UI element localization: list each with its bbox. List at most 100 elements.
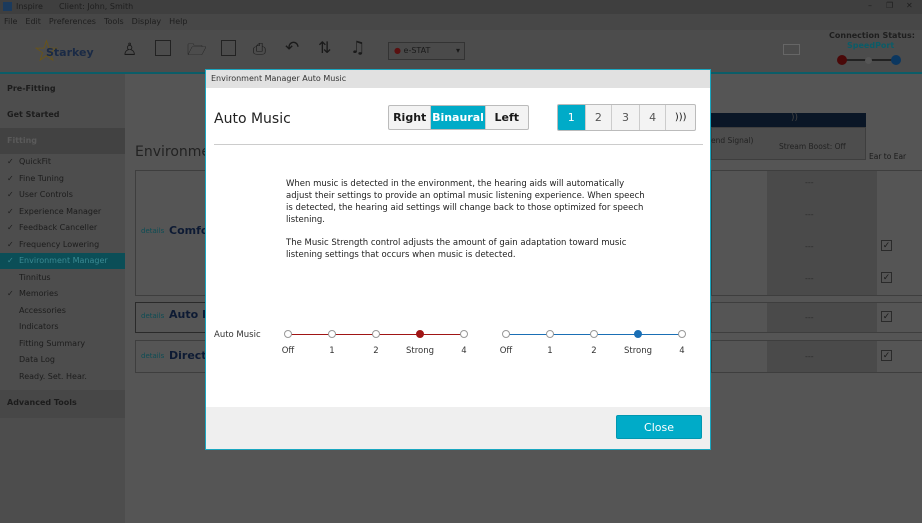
menu-help[interactable]: Help — [169, 17, 187, 26]
right-strength-tick-label: 1 — [329, 346, 335, 356]
check-icon: ✓ — [7, 206, 14, 216]
sidebar-item-tinnitus[interactable]: Tinnitus — [0, 270, 125, 286]
details-link[interactable]: details — [141, 312, 164, 320]
menu-display[interactable]: Display — [132, 17, 162, 26]
memory-selector: 1 2 3 4 ))) — [557, 104, 696, 131]
left-strength-option-1[interactable] — [546, 330, 554, 338]
stream-icon: ))) — [674, 112, 687, 123]
stream-value: --- — [805, 274, 814, 283]
right-strength-option-strong[interactable] — [416, 330, 424, 338]
music-icon[interactable]: ♫ — [350, 38, 365, 58]
stream-memory-button[interactable]: ))) — [666, 105, 695, 130]
sidebar-item-fitting-summary[interactable]: Fitting Summary — [0, 336, 125, 352]
left-strength-option-strong[interactable] — [634, 330, 642, 338]
memory-2-button[interactable]: 2 — [586, 105, 613, 130]
restore-button[interactable]: ❐ — [886, 1, 893, 10]
sidebar-item-label: Feedback Canceller — [19, 223, 98, 232]
check-icon: ✓ — [7, 223, 14, 232]
check-icon: ✓ — [7, 157, 14, 166]
memory-1-button[interactable]: 1 — [558, 105, 586, 130]
menu-tools[interactable]: Tools — [104, 17, 124, 26]
patient-icon[interactable]: ♙ — [122, 40, 137, 60]
device-select[interactable]: ● e-STAT ▾ — [388, 42, 465, 60]
side-binaural-button[interactable]: Binaural — [431, 106, 486, 129]
details-link[interactable]: details — [141, 352, 164, 360]
print-icon[interactable]: ⎙ — [253, 39, 266, 59]
ear-to-ear-checkbox[interactable]: ✓ — [881, 311, 892, 322]
sidebar-item-ready-set-hear[interactable]: Ready. Set. Hear. — [0, 369, 125, 385]
left-strength-option-off[interactable] — [502, 330, 510, 338]
sidebar-item-experience-manager[interactable]: ✓ Experience Manager — [0, 204, 125, 220]
sidebar-item-label: Frequency Lowering — [19, 239, 100, 249]
memory-3-button[interactable]: 3 — [612, 105, 640, 130]
client-name: Client: John, Smith — [59, 2, 134, 11]
close-window-button[interactable]: ✕ — [906, 1, 913, 10]
row-title: Comfo — [169, 224, 209, 237]
left-strength-tick-label: 1 — [547, 346, 553, 356]
audiogram-icon[interactable] — [155, 40, 171, 56]
auto-music-panel: details Auto M — [135, 302, 215, 333]
details-link[interactable]: details — [141, 227, 164, 235]
table-header-bar: )) — [711, 113, 866, 127]
sidebar-item-user-controls[interactable]: ✓ User Controls — [0, 187, 125, 203]
left-aid-status-icon — [891, 55, 901, 65]
sidebar-item-fine-tuning[interactable]: ✓ Fine Tuning — [0, 171, 125, 187]
app-name: Inspire — [16, 2, 43, 11]
right-strength-option-4[interactable] — [460, 330, 468, 338]
sidebar-item-memories[interactable]: ✓ Memories — [0, 286, 125, 302]
programmer-icon — [783, 44, 800, 55]
sidebar-item-label: Accessories — [19, 305, 66, 315]
menu-edit[interactable]: Edit — [25, 17, 41, 26]
sidebar-advanced-tools[interactable]: Advanced Tools — [0, 390, 125, 418]
sidebar-item-frequency-lowering[interactable]: ✓ Frequency Lowering — [0, 237, 125, 253]
close-button[interactable]: Close — [616, 415, 702, 439]
minimize-button[interactable]: – — [868, 1, 872, 10]
session-icon[interactable]: ⇅ — [318, 38, 331, 57]
stream-value: --- — [805, 178, 814, 187]
dialog-heading: Auto Music — [214, 111, 291, 127]
right-strength-option-off[interactable] — [284, 330, 292, 338]
sidebar-item-label: Data Log — [19, 355, 55, 364]
sidebar-item-label: Memories — [19, 289, 59, 298]
left-strength-option-2[interactable] — [590, 330, 598, 338]
sidebar-item-data-log[interactable]: Data Log — [0, 352, 125, 368]
side-left-button[interactable]: Left — [486, 106, 528, 129]
right-strength-option-2[interactable] — [372, 330, 380, 338]
sidebar-item-indicators[interactable]: Indicators — [0, 319, 125, 335]
ear-to-ear-checkbox[interactable]: ✓ — [881, 350, 892, 361]
sidebar-item-quickfit[interactable]: ✓ QuickFit — [0, 154, 125, 170]
save-icon[interactable] — [221, 40, 236, 56]
page-title: Environme — [135, 144, 211, 160]
sidebar-get-started[interactable]: Get Started — [0, 102, 125, 128]
sidebar-item-label: QuickFit — [19, 157, 51, 166]
ear-to-ear-checkbox[interactable]: ✓ — [881, 240, 892, 251]
right-strength-tick-label: 2 — [373, 346, 379, 356]
app-icon — [3, 2, 12, 11]
side-right-button[interactable]: Right — [389, 106, 432, 129]
sidebar-item-accessories[interactable]: Accessories — [0, 303, 125, 319]
left-strength-option-4[interactable] — [678, 330, 686, 338]
left-strength-tick-label: Off — [499, 346, 513, 356]
ear-to-ear-checkbox[interactable]: ✓ — [881, 272, 892, 283]
sidebar-item-label: Fine Tuning — [19, 173, 64, 183]
sidebar-item-label: User Controls — [19, 190, 73, 199]
brand-logo: Starkey — [46, 46, 94, 59]
menu-file[interactable]: File — [4, 17, 17, 26]
sidebar-pre-fitting[interactable]: Pre-Fitting — [0, 76, 125, 102]
right-strength-tick-label: Strong — [405, 346, 435, 356]
right-strength-option-1[interactable] — [328, 330, 336, 338]
left-strength-tick-label: 2 — [591, 346, 597, 356]
undo-icon[interactable]: ↶ — [285, 38, 299, 58]
sidebar-item-environment-manager[interactable]: ✓ Environment Manager — [0, 253, 125, 269]
sidebar-item-label: Experience Manager — [19, 206, 102, 216]
stream-header: end Signal) Stream Boost: Off — [711, 127, 866, 160]
sidebar-item-feedback-canceller[interactable]: ✓ Feedback Canceller — [0, 220, 125, 236]
menu-preferences[interactable]: Preferences — [49, 17, 96, 26]
memory-4-button[interactable]: 4 — [640, 105, 667, 130]
ear-to-ear-header: Ear to Ear — [869, 152, 907, 161]
menu-bar: File Edit Preferences Tools Display Help — [0, 14, 922, 30]
sidebar-item-label: Indicators — [19, 322, 59, 331]
sidebar-fitting-header[interactable]: Fitting — [0, 128, 125, 154]
description-paragraph-2: The Music Strength control adjusts the a… — [286, 238, 627, 260]
open-folder-icon[interactable]: 🗁 — [187, 39, 207, 66]
